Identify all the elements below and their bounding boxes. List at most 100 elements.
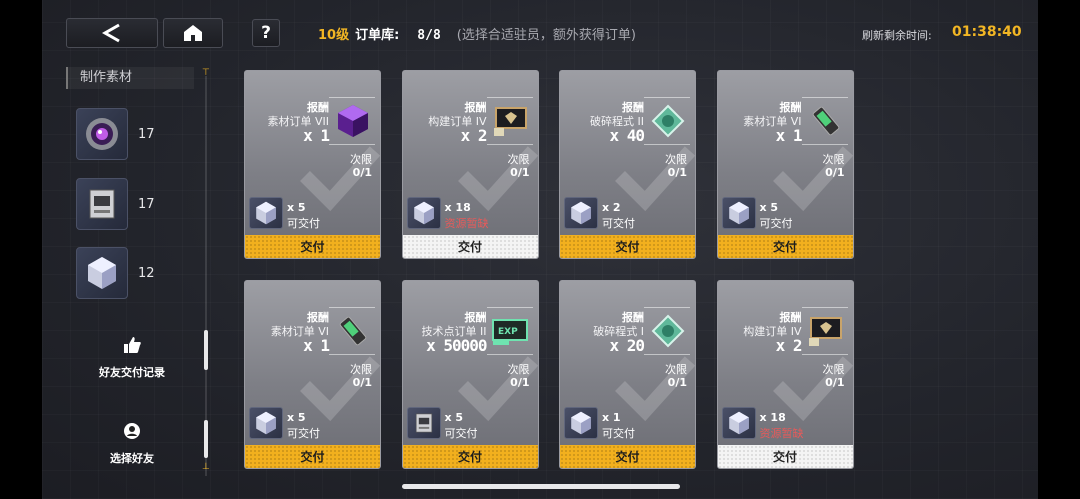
crystal-cube-icon[interactable] xyxy=(564,197,598,229)
requirement-status: 可交付 xyxy=(287,427,320,440)
materials-title: 制作素材 xyxy=(66,67,194,89)
select-friend-button[interactable]: 选择好友 xyxy=(82,422,182,466)
requirement-quantity: x 1 xyxy=(602,411,621,424)
submit-button[interactable]: 交付 xyxy=(402,445,538,468)
limit-label: 次限 xyxy=(822,153,845,166)
reward-quantity: x 20 xyxy=(609,336,645,355)
friend-delivery-records-button[interactable]: 好友交付记录 xyxy=(82,336,182,380)
limit-value: 0/1 xyxy=(825,166,845,179)
submit-button[interactable]: 交付 xyxy=(402,235,538,258)
data-chip-icon[interactable] xyxy=(406,407,441,439)
order-card: 报酬 破碎程式 I x 20 次限 0/1 x 1 可交付 交付 xyxy=(559,280,696,469)
order-card: 报酬 技术点订单 II x 50000 EXP 次限 0/1 x 5 可交付 交… xyxy=(401,280,539,469)
exp-ticket-icon[interactable]: EXP xyxy=(491,311,531,351)
home-button[interactable] xyxy=(163,18,223,48)
battery-icon[interactable] xyxy=(333,311,373,351)
limit-label: 次限 xyxy=(350,153,372,166)
reward-quantity: x 2 xyxy=(775,336,803,355)
help-button[interactable]: ? xyxy=(252,19,280,47)
requirement-status: 可交付 xyxy=(287,217,320,230)
crystal-cube-icon[interactable] xyxy=(406,197,441,229)
home-icon xyxy=(184,25,202,41)
svg-text:EXP: EXP xyxy=(498,327,518,337)
card-pack-icon[interactable] xyxy=(806,311,846,351)
scroll-top-marker: ⊤ xyxy=(202,68,210,78)
scroll-bottom-marker: ⊥ xyxy=(202,462,210,472)
requirement-quantity: x 18 xyxy=(759,411,786,424)
card-pack-icon[interactable] xyxy=(491,101,531,141)
limit-label: 次限 xyxy=(350,363,372,376)
requirement-status: 可交付 xyxy=(602,427,635,440)
limit-label: 次限 xyxy=(507,363,530,376)
submit-button[interactable]: 交付 xyxy=(560,445,695,468)
requirement-status: 可交付 xyxy=(444,427,478,440)
crystal-cube-icon[interactable] xyxy=(564,407,598,439)
requirement-status: 可交付 xyxy=(759,217,793,230)
material-count: 17 xyxy=(138,196,155,212)
refresh-label: 刷新剩余时间: xyxy=(862,29,932,42)
sidebar-scroll-thumb-lower[interactable] xyxy=(204,420,208,458)
requirement-status: 可交付 xyxy=(602,217,635,230)
crystal-cube-icon xyxy=(76,247,128,299)
requirement-quantity: x 18 xyxy=(444,201,471,214)
limit-label: 次限 xyxy=(665,363,687,376)
submit-button[interactable]: 交付 xyxy=(560,235,695,258)
thumbs-up-icon xyxy=(124,337,141,353)
order-card: 报酬 构建订单 IV x 2 次限 0/1 x 18 资源暂缺 交付 xyxy=(401,70,539,259)
battery-icon[interactable] xyxy=(806,101,846,141)
requirement-quantity: x 2 xyxy=(602,201,621,214)
submit-button[interactable]: 交付 xyxy=(245,235,380,258)
material-item[interactable]: 12 xyxy=(76,247,186,299)
help-icon: ? xyxy=(261,23,271,43)
order-card: 报酬 素材订单 VI x 1 次限 0/1 x 5 可交付 交付 xyxy=(244,280,381,469)
material-count: 12 xyxy=(138,265,155,281)
order-card: 报酬 素材订单 VII x 1 次限 0/1 x 5 可交付 交付 xyxy=(244,70,381,259)
limit-label: 次限 xyxy=(507,153,530,166)
submit-button[interactable]: 交付 xyxy=(717,445,853,468)
reward-quantity: x 1 xyxy=(303,126,330,145)
crystal-cube-icon[interactable] xyxy=(721,197,756,229)
back-button[interactable] xyxy=(66,18,158,48)
friend-icon xyxy=(124,423,140,439)
game-screen: ? 10级 订单库: 8/8 (选择合适驻员，额外获得订单) 刷新剩余时间: 0… xyxy=(42,0,1038,499)
reward-quantity: x 50000 xyxy=(426,336,487,355)
home-indicator[interactable] xyxy=(402,484,680,489)
order-card: 报酬 破碎程式 II x 40 次限 0/1 x 2 可交付 交付 xyxy=(559,70,696,259)
limit-value: 0/1 xyxy=(667,376,687,389)
limit-value: 0/1 xyxy=(510,376,530,389)
back-arrow-icon xyxy=(101,23,120,43)
order-card: 报酬 构建订单 IV x 2 次限 0/1 x 18 资源暂缺 交付 xyxy=(716,280,854,469)
green-chip-icon[interactable] xyxy=(648,311,688,351)
requirement-quantity: x 5 xyxy=(287,411,306,424)
crystal-cube-icon[interactable] xyxy=(249,197,283,229)
limit-value: 0/1 xyxy=(510,166,530,179)
order-hint: (选择合适驻员，额外获得订单) xyxy=(456,28,636,43)
limit-value: 0/1 xyxy=(667,166,687,179)
limit-value: 0/1 xyxy=(352,166,372,179)
order-card: 报酬 素材订单 VI x 1 次限 0/1 x 5 可交付 交付 xyxy=(716,70,854,259)
crystal-cube-icon[interactable] xyxy=(721,407,756,439)
material-count: 17 xyxy=(138,126,155,142)
reward-quantity: x 2 xyxy=(460,126,488,145)
limit-value: 0/1 xyxy=(825,376,845,389)
requirement-status: 资源暂缺 xyxy=(759,427,804,440)
select-friend-label: 选择好友 xyxy=(110,452,154,465)
material-item[interactable]: 17 xyxy=(76,178,186,230)
crystal-cube-icon[interactable] xyxy=(249,407,283,439)
green-chip-icon[interactable] xyxy=(648,101,688,141)
sidebar-scrollbar[interactable] xyxy=(205,76,207,476)
limit-label: 次限 xyxy=(822,363,845,376)
requirement-quantity: x 5 xyxy=(759,201,779,214)
order-library-label: 订单库: xyxy=(355,28,400,43)
sidebar-scroll-thumb[interactable] xyxy=(204,330,208,370)
submit-button[interactable]: 交付 xyxy=(717,235,853,258)
order-level: 10级 xyxy=(318,28,350,43)
purple-gem-icon[interactable] xyxy=(333,101,373,141)
material-item[interactable]: 17 xyxy=(76,108,186,160)
reward-quantity: x 1 xyxy=(775,126,803,145)
refresh-timer: 01:38:40 xyxy=(952,24,1022,40)
reward-quantity: x 1 xyxy=(303,336,330,355)
requirement-status: 资源暂缺 xyxy=(444,217,489,230)
submit-button[interactable]: 交付 xyxy=(245,445,380,468)
reward-quantity: x 40 xyxy=(609,126,645,145)
